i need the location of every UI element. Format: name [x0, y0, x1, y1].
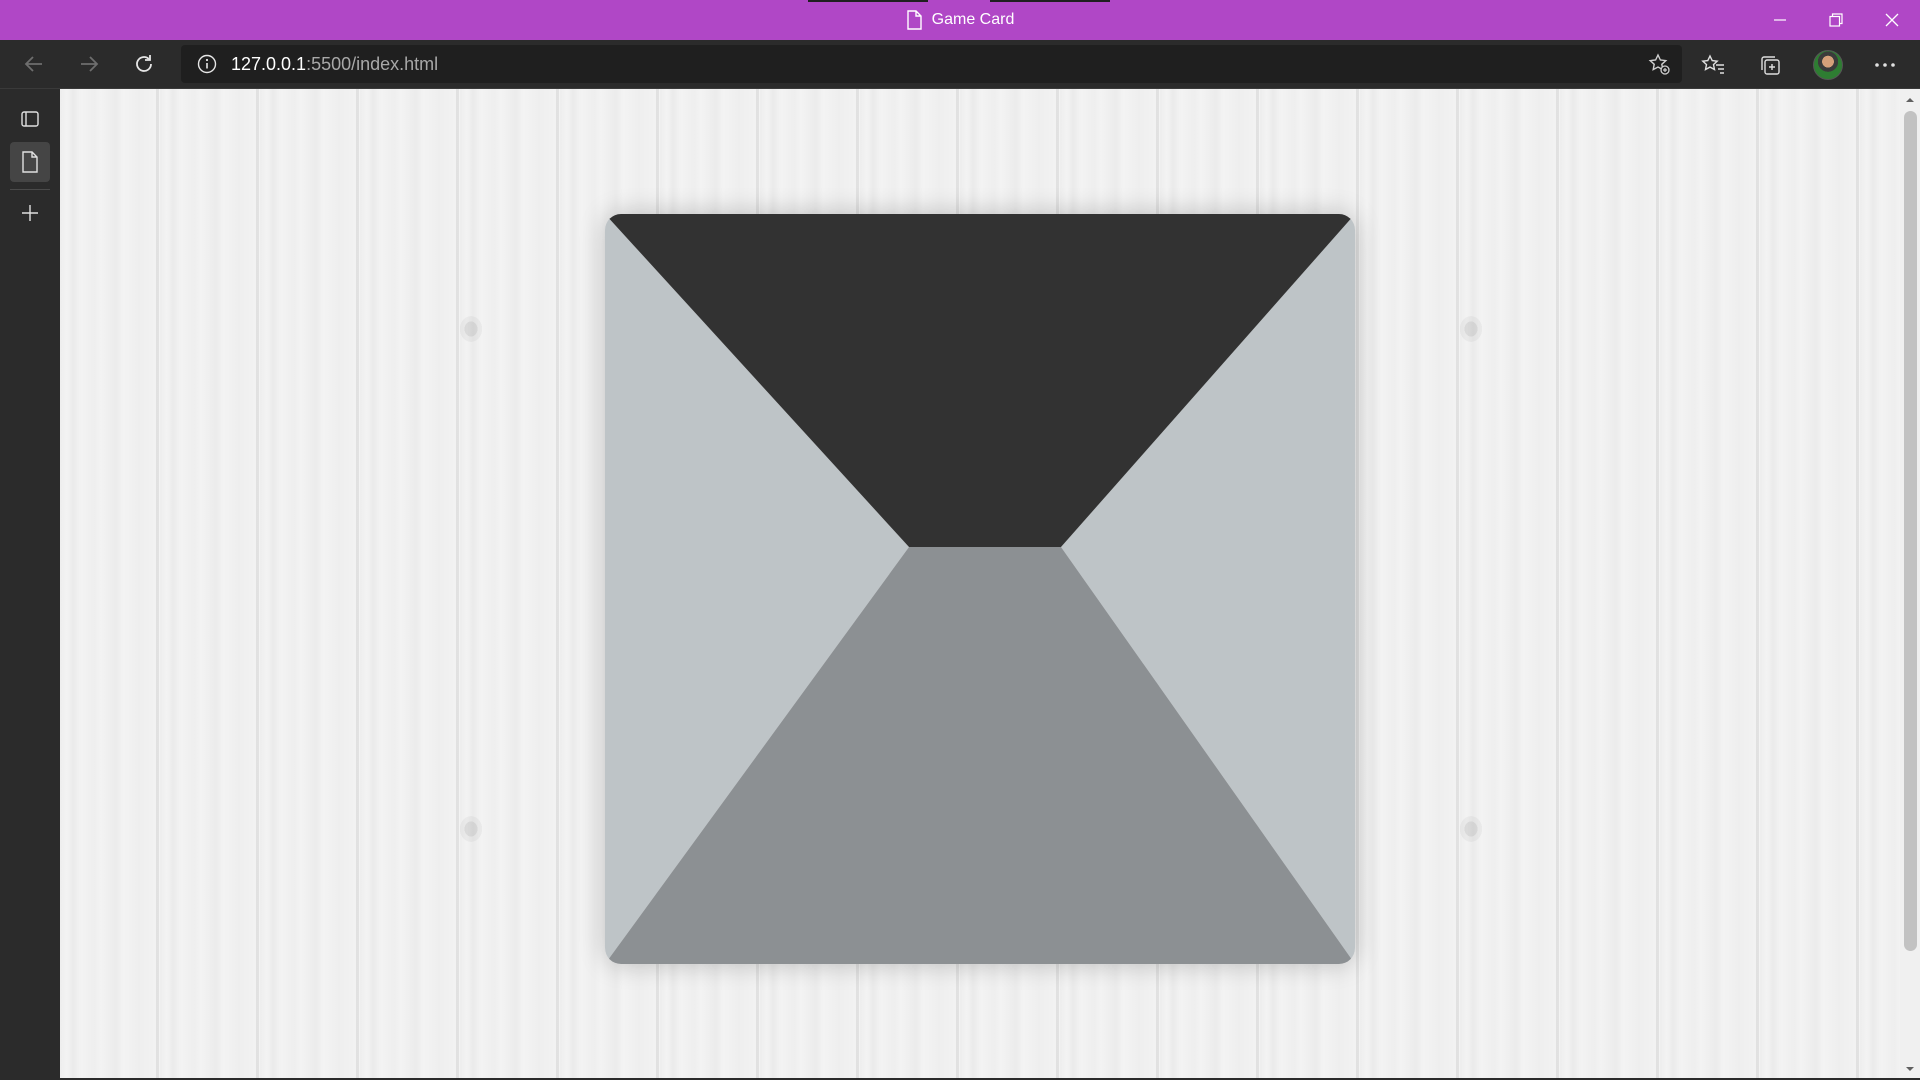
- profile-avatar[interactable]: [1809, 46, 1847, 84]
- window-title-text: Game Card: [931, 11, 1015, 28]
- vertical-tabs-sidebar: [0, 89, 60, 1080]
- sidebar-divider: [10, 189, 50, 190]
- url-host: 127.0.0.1: [231, 53, 307, 74]
- scroll-down-icon[interactable]: [1900, 1060, 1920, 1078]
- minimize-icon[interactable]: [1752, 0, 1808, 40]
- page-viewport: [60, 89, 1900, 1078]
- favorites-icon[interactable]: [1694, 46, 1732, 84]
- scrollbar-thumb[interactable]: [1904, 111, 1917, 951]
- wood-knot: [458, 814, 484, 844]
- browser-toolbar: 127.0.0.1:5500/index.html: [0, 40, 1920, 89]
- close-icon[interactable]: [1864, 0, 1920, 40]
- window-title: Game Card: [0, 0, 1920, 40]
- url-path: :5500/index.html: [306, 53, 439, 74]
- forward-arrow-icon[interactable]: [71, 46, 107, 82]
- new-tab-icon[interactable]: [10, 193, 50, 233]
- wood-knot: [1458, 814, 1484, 844]
- address-bar[interactable]: 127.0.0.1:5500/index.html: [181, 45, 1682, 83]
- info-icon[interactable]: [195, 52, 219, 76]
- more-icon[interactable]: [1866, 46, 1904, 84]
- avatar: [1813, 50, 1843, 80]
- restore-icon[interactable]: [1808, 0, 1864, 40]
- vertical-scrollbar[interactable]: [1900, 89, 1920, 1080]
- scroll-up-icon[interactable]: [1900, 91, 1920, 109]
- refresh-icon[interactable]: [126, 46, 162, 82]
- tab-actions-icon[interactable]: [10, 99, 50, 139]
- game-card[interactable]: [605, 214, 1355, 964]
- window-controls: [1752, 0, 1920, 40]
- page-tab-icon[interactable]: [10, 142, 50, 182]
- wood-knot: [458, 314, 484, 344]
- title-bar: Game Card: [0, 0, 1920, 40]
- page-icon: [906, 10, 922, 30]
- wood-knot: [1458, 314, 1484, 344]
- collections-icon[interactable]: [1751, 46, 1789, 84]
- add-favorite-icon[interactable]: [1646, 51, 1672, 77]
- back-arrow-icon[interactable]: [16, 46, 52, 82]
